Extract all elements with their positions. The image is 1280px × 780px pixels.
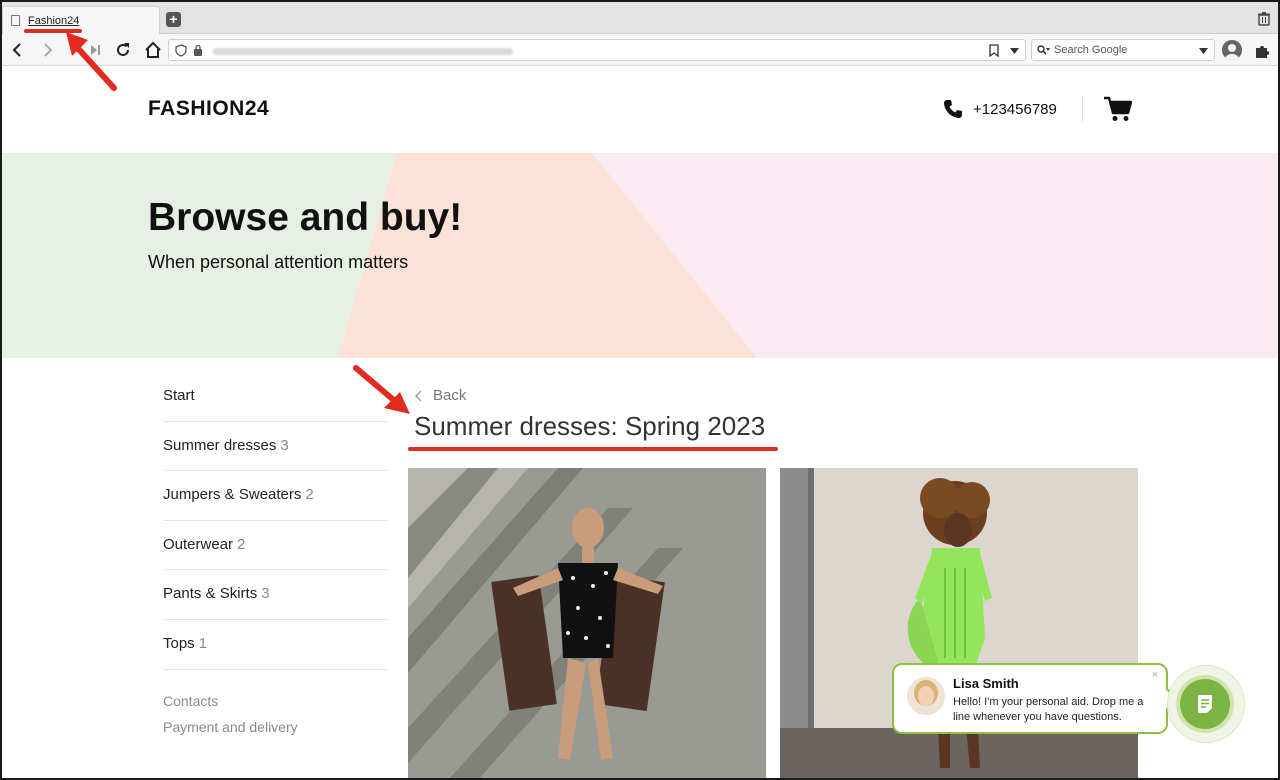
page-title: Summer dresses: Spring 2023 [414,411,766,441]
agent-name: Lisa Smith [953,676,1019,691]
sidebar-item-label: Outerwear [163,535,234,553]
sidebar-item-label: Tops [163,634,195,652]
header-divider [1082,96,1083,122]
trash-icon[interactable] [1258,12,1270,26]
close-icon[interactable]: × [1152,669,1158,681]
sidebar-item-count: 1 [198,634,208,652]
reload-icon[interactable] [113,40,133,60]
sidebar-item-summer-dresses[interactable]: Summer dresses 3 [163,422,387,472]
phone-icon [944,100,962,118]
tab-title[interactable]: Fashion24 [28,15,79,27]
agent-avatar [907,677,945,715]
chat-greeting-popup[interactable]: Lisa Smith Hello! I'm your personal aid.… [892,663,1168,734]
browser-tab-bar: Fashion24 + [0,0,1280,34]
annotation-underline-title [408,447,778,451]
sidebar-link-payment-delivery[interactable]: Payment and delivery [163,720,387,765]
chevron-down-icon[interactable] [1199,48,1208,54]
sidebar-item-tops[interactable]: Tops 1 [163,620,387,670]
sidebar-item-jumpers-sweaters[interactable]: Jumpers & Sweaters 2 [163,471,387,521]
address-bar[interactable] [168,39,1026,61]
chat-document-icon [1198,695,1212,713]
product-image-1 [408,468,766,780]
shopping-cart-icon[interactable] [1104,96,1132,122]
sidebar-item-start[interactable]: Start [163,372,387,422]
browser-tab-active[interactable]: Fashion24 [2,6,160,34]
back-link[interactable]: Back [414,387,466,404]
forward-arrow-icon[interactable] [37,40,57,60]
skip-forward-icon[interactable] [86,40,106,60]
sidebar-link-contacts[interactable]: Contacts [163,670,387,709]
chevron-left-icon [415,390,422,401]
sidebar-item-pants-skirts[interactable]: Pants & Skirts 3 [163,570,387,620]
lock-icon [194,44,202,56]
search-placeholder: Search Google [1054,44,1128,56]
sidebar-item-count: 2 [305,486,314,504]
shield-icon [175,44,187,57]
sidebar-item-label: Start [163,387,195,404]
sidebar-item-outerwear[interactable]: Outerwear 2 [163,521,387,571]
sidebar-item-label: Jumpers & Sweaters [163,486,302,504]
phone-number[interactable]: +123456789 [973,101,1057,118]
back-label: Back [433,387,467,404]
chat-message: Hello! I'm your personal aid. Drop me a … [953,696,1144,723]
sidebar-item-label: Summer dresses [163,436,277,454]
sidebar-item-label: Pants & Skirts [163,585,258,603]
search-field[interactable]: Search Google [1031,39,1215,61]
sidebar-item-count: 3 [261,585,270,603]
home-icon[interactable] [143,40,163,60]
page-icon [11,15,20,26]
browser-toolbar: Search Google [0,34,1280,66]
site-logo[interactable]: FASHION24 [148,97,269,121]
sidebar-item-count: 2 [237,535,246,553]
search-icon [1037,45,1050,55]
chat-launcher-button[interactable] [1180,679,1230,729]
extensions-puzzle-icon[interactable] [1254,43,1270,59]
bookmark-icon[interactable] [989,44,999,57]
profile-avatar-icon[interactable] [1222,40,1242,60]
hero-subtitle: When personal attention matters [148,252,409,272]
hero-title: Browse and buy! [148,196,463,239]
category-sidebar: Start Summer dresses 3 Jumpers & Sweaters… [163,372,387,765]
url-text-blurred [213,48,513,55]
new-tab-button[interactable]: + [166,12,181,27]
chevron-down-icon[interactable] [1010,48,1019,54]
back-arrow-icon[interactable] [8,40,28,60]
product-card-1[interactable] [408,468,766,780]
sidebar-item-count: 3 [280,436,289,454]
